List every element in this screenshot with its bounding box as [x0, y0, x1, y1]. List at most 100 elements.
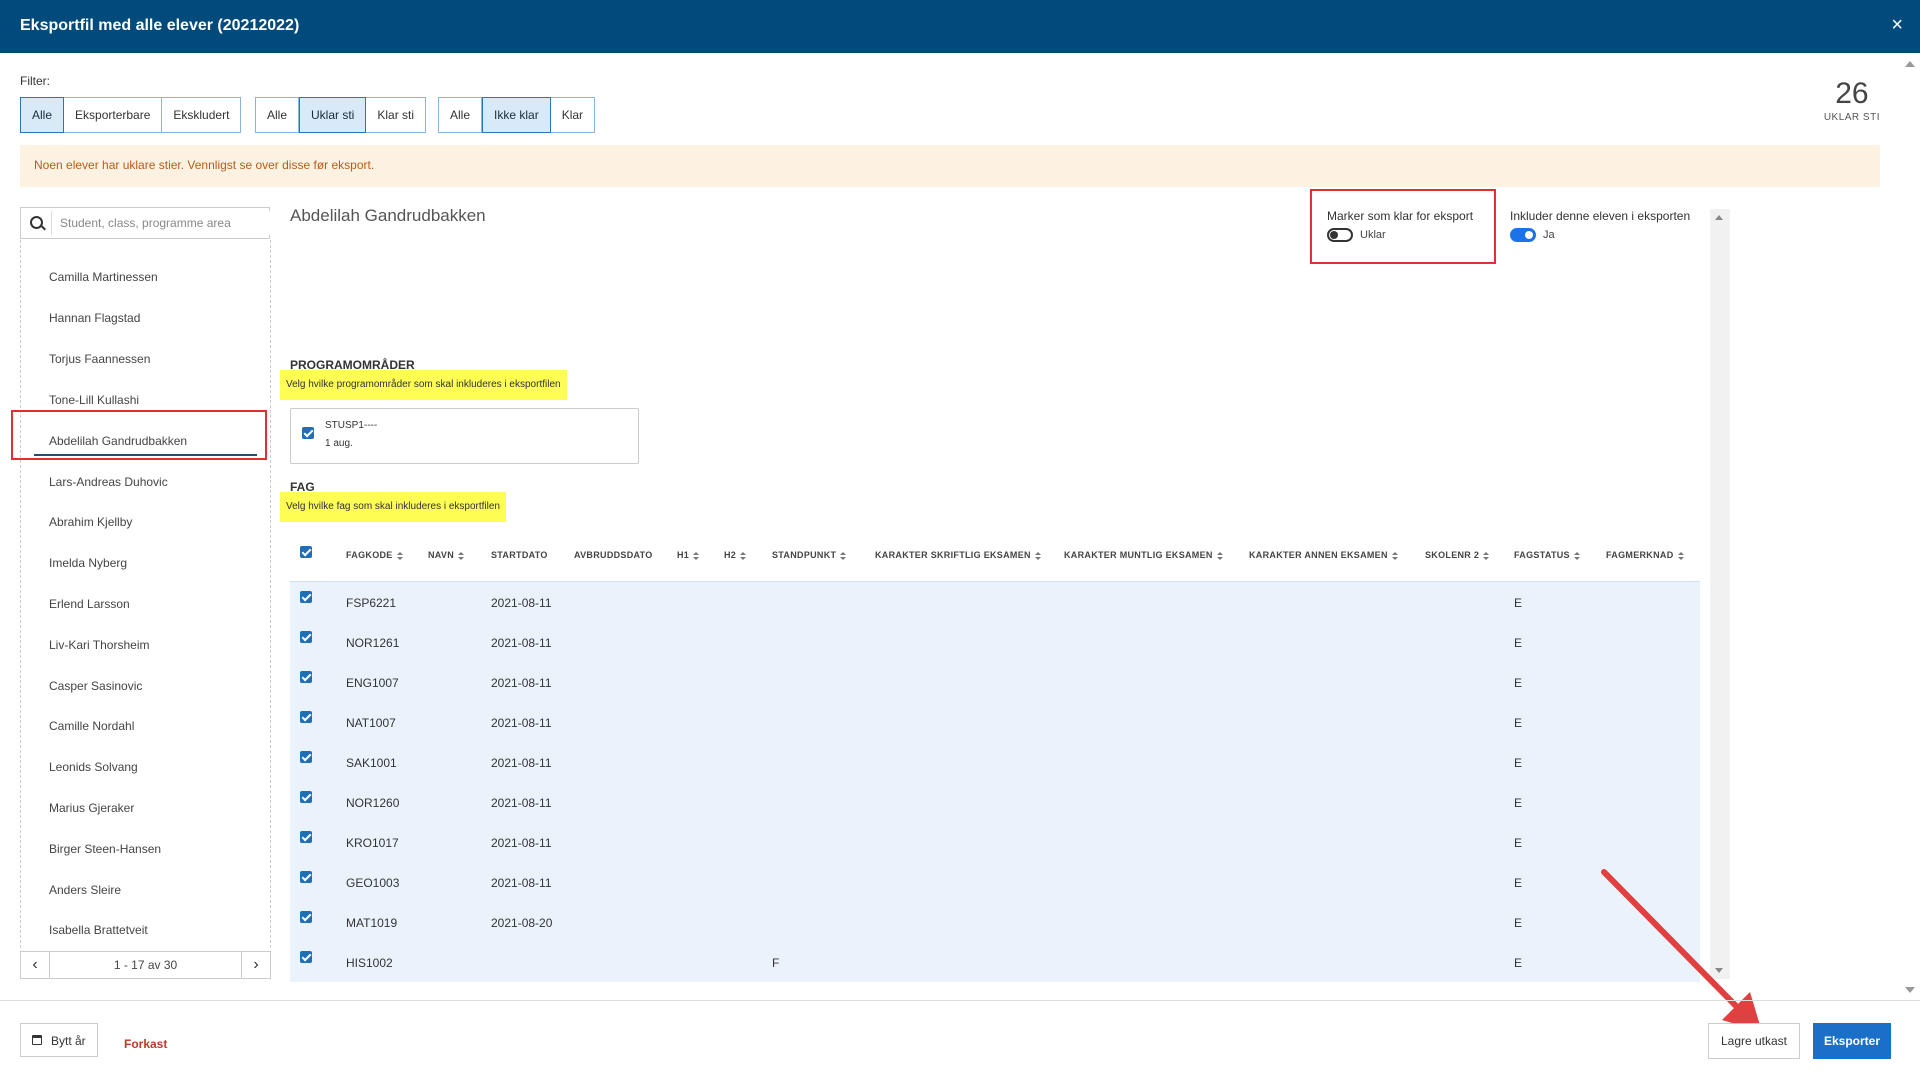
- cell-status: E: [1514, 876, 1523, 890]
- cell-code: GEO1003: [346, 876, 400, 890]
- column-label: STARTDATO: [491, 550, 548, 560]
- cell-status: E: [1514, 836, 1523, 850]
- student-item[interactable]: Isabella Brattetveit: [49, 923, 148, 937]
- table-row[interactable]: GEO1003 2021-08-11 E: [290, 862, 1700, 902]
- export-button[interactable]: Eksporter: [1813, 1023, 1891, 1059]
- pager-prev-icon[interactable]: ‹: [21, 952, 50, 978]
- table-row[interactable]: ENG1007 2021-08-11 E: [290, 662, 1700, 702]
- column-label: FAGMERKNAD: [1606, 550, 1674, 560]
- row-checkbox[interactable]: [300, 631, 312, 643]
- column-header[interactable]: H1: [677, 550, 700, 560]
- row-checkbox[interactable]: [300, 711, 312, 723]
- student-item[interactable]: Liv-Kari Thorsheim: [49, 638, 149, 652]
- student-item[interactable]: Lars-Andreas Duhovic: [49, 475, 168, 489]
- scroll-down-arrow-icon[interactable]: [1905, 987, 1915, 993]
- row-checkbox[interactable]: [300, 951, 312, 963]
- column-label: KARAKTER MUNTLIG EKSAMEN: [1064, 550, 1213, 560]
- cell-code: MAT1019: [346, 916, 398, 930]
- student-item[interactable]: Hannan Flagstad: [49, 311, 140, 325]
- student-search: [20, 207, 272, 239]
- column-header[interactable]: FAGKODE: [346, 550, 403, 560]
- column-header[interactable]: KARAKTER SKRIFTLIG EKSAMEN: [875, 550, 1041, 560]
- filter-clear-path-button[interactable]: Klar sti: [366, 97, 427, 133]
- column-header[interactable]: KARAKTER ANNEN EKSAMEN: [1249, 550, 1398, 560]
- filter-not-ready-button[interactable]: Ikke klar: [482, 97, 551, 133]
- table-row[interactable]: NOR1261 2021-08-11 E: [290, 622, 1700, 662]
- filter-path-all-button[interactable]: Alle: [255, 97, 300, 133]
- save-draft-button[interactable]: Lagre utkast: [1708, 1023, 1800, 1059]
- change-year-label: Bytt år: [51, 1034, 86, 1048]
- table-row[interactable]: HIS1002 F E: [290, 942, 1700, 982]
- filter-all-button[interactable]: Alle: [20, 97, 65, 133]
- select-all-checkbox[interactable]: [300, 546, 312, 558]
- column-label: AVBRUDDSDATO: [574, 550, 653, 560]
- table-row[interactable]: MAT1019 2021-08-20 E: [290, 902, 1700, 942]
- sort-icon: [1034, 551, 1041, 560]
- search-input[interactable]: [51, 211, 272, 235]
- ready-toggle[interactable]: [1327, 228, 1353, 242]
- student-item[interactable]: Casper Sasinovic: [49, 679, 142, 693]
- student-item[interactable]: Leonids Solvang: [49, 760, 138, 774]
- scroll-up-arrow-icon[interactable]: [1905, 61, 1915, 67]
- include-toggle-value: Ja: [1543, 229, 1555, 241]
- student-item[interactable]: Tone-Lill Kullashi: [49, 393, 139, 407]
- row-checkbox[interactable]: [300, 911, 312, 923]
- student-item[interactable]: Birger Steen-Hansen: [49, 842, 161, 856]
- student-item[interactable]: Camille Nordahl: [49, 719, 134, 733]
- pager-range: 1 - 17 av 30: [113, 958, 178, 972]
- row-checkbox[interactable]: [300, 751, 312, 763]
- cell-standpunkt: F: [772, 956, 780, 970]
- programs-hint: Velg hvilke programområder som skal inkl…: [280, 370, 567, 400]
- row-checkbox[interactable]: [300, 831, 312, 843]
- student-item[interactable]: Imelda Nyberg: [49, 556, 127, 570]
- selected-student-annotation: [11, 410, 267, 460]
- filter-group-ready: Alle Ikke klar Klar: [438, 97, 596, 133]
- cell-status: E: [1514, 596, 1523, 610]
- page-scrollbar[interactable]: [1899, 53, 1920, 1001]
- column-header[interactable]: H2: [724, 550, 747, 560]
- cell-code: FSP6221: [346, 596, 397, 610]
- include-toggle[interactable]: [1510, 228, 1536, 242]
- student-item[interactable]: Erlend Larsson: [49, 597, 130, 611]
- student-item[interactable]: Anders Sleire: [49, 883, 121, 897]
- column-label: FAGKODE: [346, 550, 393, 560]
- column-label: SKOLENR 2: [1425, 550, 1480, 560]
- student-item[interactable]: Torjus Faannessen: [49, 352, 150, 366]
- cell-code: NAT1007: [346, 716, 396, 730]
- cell-status: E: [1514, 716, 1523, 730]
- student-item[interactable]: Camilla Martinessen: [49, 270, 158, 284]
- row-checkbox[interactable]: [300, 871, 312, 883]
- row-checkbox[interactable]: [300, 671, 312, 683]
- row-checkbox[interactable]: [300, 591, 312, 603]
- column-header[interactable]: STANDPUNKT: [772, 550, 847, 560]
- column-label: FAGSTATUS: [1514, 550, 1570, 560]
- table-row[interactable]: KRO1017 2021-08-11 E: [290, 822, 1700, 862]
- column-header[interactable]: SKOLENR 2: [1425, 550, 1490, 560]
- pager-next-icon[interactable]: ›: [241, 952, 270, 978]
- discard-button[interactable]: Forkast: [124, 1037, 167, 1051]
- scroll-up-arrow-icon[interactable]: [1715, 215, 1723, 220]
- column-header[interactable]: KARAKTER MUNTLIG EKSAMEN: [1064, 550, 1223, 560]
- column-header[interactable]: FAGSTATUS: [1514, 550, 1580, 560]
- row-checkbox[interactable]: [300, 791, 312, 803]
- filter-excluded-button[interactable]: Ekskludert: [162, 97, 242, 133]
- subjects-hint: Velg hvilke fag som skal inkluderes i ek…: [280, 492, 506, 522]
- table-row[interactable]: NOR1260 2021-08-11 E: [290, 782, 1700, 822]
- filter-unclear-path-button[interactable]: Uklar sti: [299, 97, 367, 133]
- close-icon[interactable]: ×: [1891, 14, 1903, 37]
- student-item[interactable]: Abrahim Kjellby: [49, 515, 132, 529]
- table-row[interactable]: SAK1001 2021-08-11 E: [290, 742, 1700, 782]
- column-header[interactable]: NAVN: [428, 550, 465, 560]
- cell-status: E: [1514, 916, 1523, 930]
- column-header[interactable]: FAGMERKNAD: [1606, 550, 1684, 560]
- filter-ready-button[interactable]: Klar: [550, 97, 596, 133]
- table-row[interactable]: FSP6221 2021-08-11 E: [290, 582, 1700, 622]
- filter-ready-all-button[interactable]: Alle: [438, 97, 483, 133]
- program-card[interactable]: STUSP1---- 1 aug.: [290, 408, 639, 464]
- change-year-button[interactable]: Bytt år: [20, 1023, 98, 1057]
- filter-exportable-button[interactable]: Eksporterbare: [64, 97, 163, 133]
- table-row[interactable]: NAT1007 2021-08-11 E: [290, 702, 1700, 742]
- student-item[interactable]: Marius Gjeraker: [49, 801, 134, 815]
- cell-code: NOR1261: [346, 636, 400, 650]
- program-checkbox[interactable]: [302, 427, 314, 439]
